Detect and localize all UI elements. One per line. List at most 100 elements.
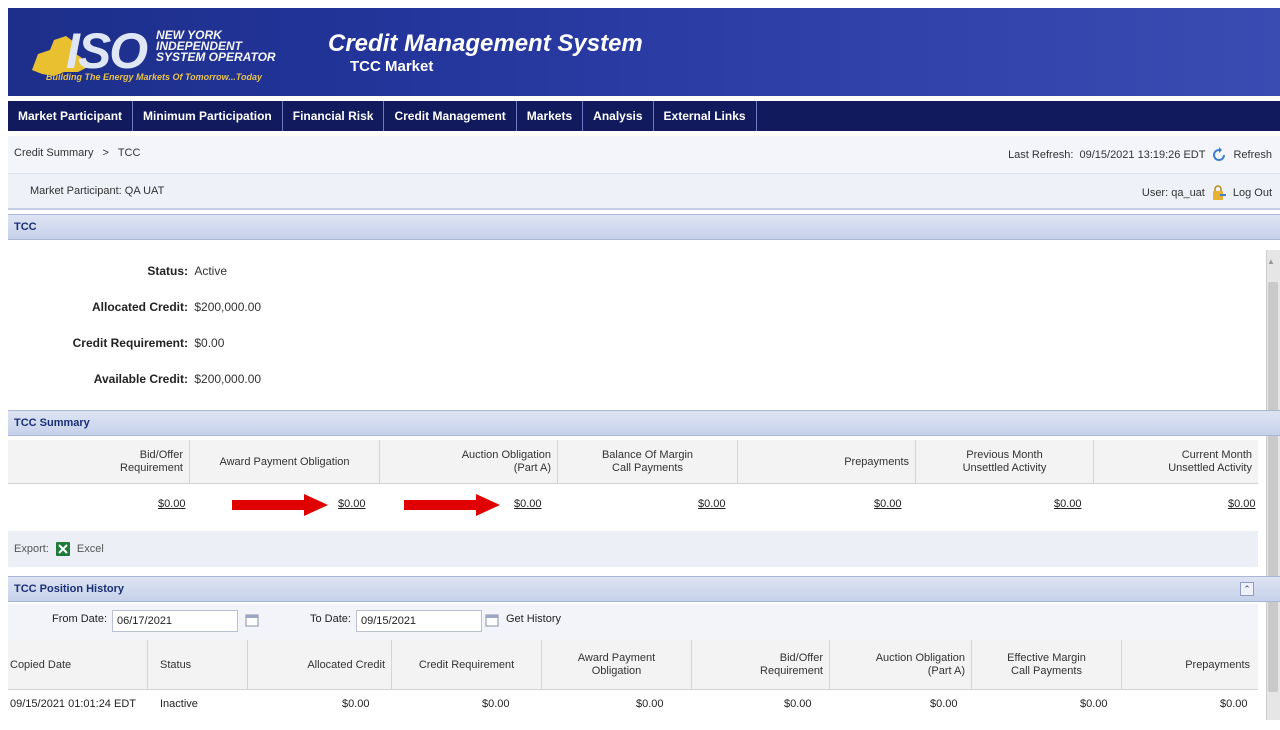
scroll-up-icon[interactable]: ▲ bbox=[1267, 257, 1275, 266]
export-bar: Export: Excel bbox=[8, 531, 1258, 567]
header-banner: ISO NEW YORK INDEPENDENT SYSTEM OPERATOR… bbox=[8, 8, 1280, 96]
red-arrow-icon bbox=[232, 494, 328, 516]
col-previous-month-unsettled: Previous Month Unsettled Activity bbox=[916, 440, 1094, 484]
market-participant-label: Market Participant: QA UAT bbox=[30, 185, 165, 197]
breadcrumb-current: TCC bbox=[117, 147, 141, 159]
nav-external-links[interactable]: External Links bbox=[654, 101, 757, 131]
status-label: Status: bbox=[147, 264, 188, 278]
col-award-payment-obligation: Award Payment Obligation bbox=[190, 440, 380, 484]
previous-month-unsettled-link[interactable]: $0.00 bbox=[1054, 498, 1082, 510]
col-bid-offer-requirement: Bid/Offer Requirement bbox=[692, 640, 830, 690]
from-date-label: From Date: bbox=[52, 613, 108, 625]
logout-button[interactable]: Log Out bbox=[1233, 187, 1272, 199]
summary-table-row: $0.00 $0.00 $0.00 $0.00 $0.00 $0.00 $0.0… bbox=[8, 484, 1258, 530]
col-bid-offer-requirement: Bid/Offer Requirement bbox=[8, 440, 190, 484]
logo-organization-name: NEW YORK INDEPENDENT SYSTEM OPERATOR bbox=[156, 28, 276, 64]
breadcrumb-credit-summary[interactable]: Credit Summary bbox=[14, 147, 93, 159]
credit-requirement-label: Credit Requirement: bbox=[72, 336, 188, 350]
current-month-unsettled-link[interactable]: $0.00 bbox=[1228, 498, 1256, 510]
nav-analysis[interactable]: Analysis bbox=[583, 101, 654, 131]
prepayments-link[interactable]: $0.00 bbox=[874, 498, 902, 510]
status-value: Active bbox=[194, 264, 228, 278]
nav-financial-risk[interactable]: Financial Risk bbox=[283, 101, 385, 131]
col-prepayments: Prepayments bbox=[738, 440, 916, 484]
logo-iso-text: ISO bbox=[66, 23, 148, 79]
status-row: Status: Active bbox=[8, 264, 227, 278]
logout-icon[interactable] bbox=[1211, 185, 1227, 201]
copied-date-cell: 09/15/2021 01:01:24 EDT bbox=[10, 698, 136, 710]
credit-requirement-row: Credit Requirement: $0.00 bbox=[8, 336, 225, 350]
bid-offer-requirement-cell: $0.00 bbox=[784, 698, 812, 710]
available-credit-value: $200,000.00 bbox=[194, 372, 262, 386]
from-date-input[interactable] bbox=[112, 610, 238, 632]
available-credit-label: Available Credit: bbox=[93, 372, 188, 386]
nav-minimum-participation[interactable]: Minimum Participation bbox=[133, 101, 283, 131]
summary-table-header: Bid/Offer Requirement Award Payment Obli… bbox=[8, 440, 1258, 484]
allocated-credit-label: Allocated Credit: bbox=[91, 300, 188, 314]
user-area: User: qa_uat Log Out bbox=[1142, 185, 1272, 201]
prepayments-cell: $0.00 bbox=[1220, 698, 1248, 710]
scrollbar-thumb[interactable] bbox=[1268, 282, 1278, 692]
last-refresh-timestamp: 09/15/2021 13:19:26 EDT bbox=[1079, 149, 1206, 161]
nav-markets[interactable]: Markets bbox=[517, 101, 584, 131]
col-prepayments: Prepayments bbox=[1185, 658, 1250, 671]
tcc-section-header: TCC bbox=[8, 214, 1280, 240]
tcc-summary-header: TCC Summary bbox=[8, 410, 1280, 436]
col-effective-margin-call: Effective Margin Call Payments bbox=[972, 640, 1122, 690]
col-allocated-credit: Allocated Credit bbox=[248, 640, 392, 690]
user-label: User: qa_uat bbox=[1141, 187, 1205, 199]
get-history-button[interactable]: Get History bbox=[506, 613, 561, 625]
table-row: 09/15/2021 01:01:24 EDT Inactive $0.00 $… bbox=[8, 690, 1258, 720]
col-balance-margin-call: Balance Of Margin Call Payments bbox=[558, 440, 738, 484]
auction-obligation-cell: $0.00 bbox=[930, 698, 958, 710]
credit-requirement-cell: $0.00 bbox=[482, 698, 510, 710]
app-subtitle: TCC Market bbox=[350, 58, 434, 75]
award-payment-obligation-link[interactable]: $0.00 bbox=[338, 498, 366, 510]
logo-tagline: Building The Energy Markets Of Tomorrow.… bbox=[46, 72, 263, 82]
main-nav: Market Participant Minimum Participation… bbox=[8, 101, 1280, 131]
red-arrow-icon bbox=[404, 494, 500, 516]
col-auction-obligation: Auction Obligation (Part A) bbox=[830, 640, 972, 690]
to-date-label: To Date: bbox=[310, 613, 351, 625]
col-auction-obligation: Auction Obligation (Part A) bbox=[380, 440, 558, 484]
col-award-payment-obligation: Award Payment Obligation bbox=[542, 640, 692, 690]
refresh-icon[interactable] bbox=[1211, 147, 1227, 163]
status-cell: Inactive bbox=[160, 698, 198, 710]
balance-margin-call-link[interactable]: $0.00 bbox=[698, 498, 726, 510]
auction-obligation-link[interactable]: $0.00 bbox=[514, 498, 542, 510]
col-credit-requirement: Credit Requirement bbox=[392, 640, 542, 690]
calendar-icon[interactable] bbox=[244, 612, 260, 628]
export-label: Export: bbox=[14, 543, 49, 555]
nyiso-logo[interactable]: ISO NEW YORK INDEPENDENT SYSTEM OPERATOR… bbox=[18, 20, 286, 86]
nav-market-participant[interactable]: Market Participant bbox=[8, 101, 134, 131]
to-date-input[interactable] bbox=[356, 610, 482, 632]
breadcrumb-separator: > bbox=[102, 147, 109, 159]
allocated-credit-cell: $0.00 bbox=[342, 698, 370, 710]
collapse-icon[interactable]: ⌃ bbox=[1240, 582, 1254, 596]
refresh-area: Last Refresh: 09/15/2021 13:19:26 EDT Re… bbox=[1008, 147, 1272, 163]
col-current-month-unsettled: Current Month Unsettled Activity bbox=[1168, 449, 1252, 474]
breadcrumb-bar: Credit Summary > TCC Last Refresh: 09/15… bbox=[8, 136, 1280, 174]
allocated-credit-row: Allocated Credit: $200,000.00 bbox=[8, 300, 261, 314]
award-payment-obligation-cell: $0.00 bbox=[636, 698, 664, 710]
available-credit-row: Available Credit: $200,000.00 bbox=[8, 372, 261, 386]
participant-bar: Market Participant: QA UAT User: qa_uat … bbox=[8, 174, 1280, 210]
app-title: Credit Management System bbox=[328, 30, 643, 57]
col-status: Status bbox=[148, 640, 248, 690]
export-excel-button[interactable]: Excel bbox=[77, 543, 104, 555]
breadcrumb: Credit Summary > TCC bbox=[14, 147, 146, 159]
refresh-button[interactable]: Refresh bbox=[1233, 149, 1272, 161]
tcc-details: Status: Active Allocated Credit: $200,00… bbox=[8, 250, 1266, 402]
allocated-credit-value: $200,000.00 bbox=[194, 300, 262, 314]
effective-margin-call-cell: $0.00 bbox=[1080, 698, 1108, 710]
col-copied-date: Copied Date bbox=[8, 640, 148, 690]
credit-requirement-value: $0.00 bbox=[194, 336, 225, 350]
bid-offer-requirement-link[interactable]: $0.00 bbox=[158, 498, 186, 510]
excel-icon[interactable] bbox=[55, 541, 71, 557]
calendar-icon[interactable] bbox=[484, 612, 500, 628]
history-filter-bar: From Date: To Date: Get History bbox=[8, 604, 1258, 640]
history-table-header: Copied Date Status Allocated Credit Cred… bbox=[8, 640, 1258, 690]
last-refresh-label: Last Refresh: bbox=[1008, 149, 1074, 161]
tcc-position-history-header: TCC Position History bbox=[8, 576, 1280, 602]
nav-credit-management[interactable]: Credit Management bbox=[384, 101, 517, 131]
